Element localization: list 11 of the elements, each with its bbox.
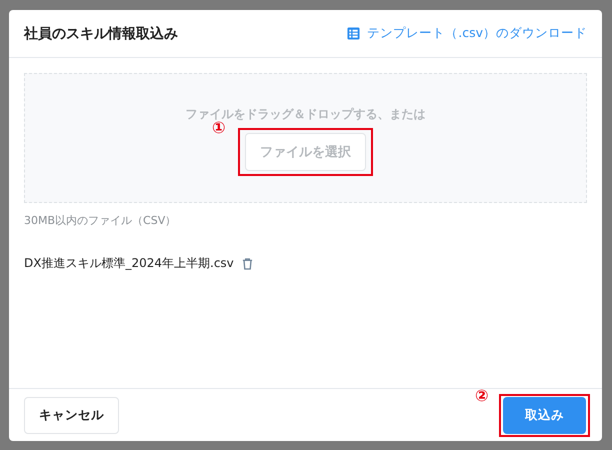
file-size-hint: 30MB以内のファイル（CSV）: [24, 213, 178, 228]
import-button[interactable]: 取込み: [503, 396, 586, 434]
file-name: DX推進スキル標準_2024年上半期.csv: [24, 255, 234, 272]
cancel-button[interactable]: キャンセル: [24, 396, 119, 434]
table-icon: [347, 27, 360, 40]
choose-file-button[interactable]: ファイルを選択: [245, 133, 366, 171]
callout-number: ②: [475, 386, 489, 404]
file-dropzone[interactable]: ファイルをドラッグ＆ドロップする、または ① ファイルを選択: [24, 73, 587, 203]
dialog-title: 社員のスキル情報取込み: [24, 24, 178, 42]
trash-icon[interactable]: [242, 258, 253, 270]
template-download-link[interactable]: テンプレート（.csv）のダウンロード: [347, 25, 587, 42]
